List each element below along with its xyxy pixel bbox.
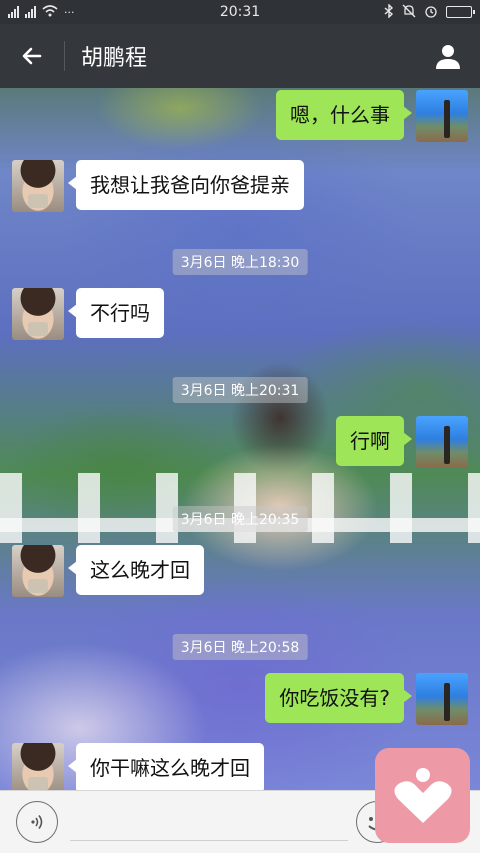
status-left: ··· [8, 4, 75, 20]
my-avatar[interactable] [416, 90, 468, 142]
heart-icon [393, 767, 452, 823]
message-bubble-incoming[interactable]: 你干嘛这么晚才回 [68, 743, 264, 790]
message-row-outgoing: 你吃饭没有? [265, 673, 468, 725]
status-right [384, 2, 475, 21]
contact-avatar[interactable] [12, 160, 64, 212]
back-button[interactable] [0, 24, 64, 88]
signal-icon [25, 6, 36, 18]
message-row-outgoing: 嗯，什么事 [276, 90, 468, 142]
more-dots-icon: ··· [64, 5, 75, 19]
chat-header: 胡鹏程 [0, 24, 480, 88]
alarm-icon [424, 4, 438, 21]
message-row-incoming: 这么晚才回 [12, 545, 204, 597]
contact-avatar[interactable] [12, 743, 64, 790]
contact-avatar[interactable] [12, 288, 64, 340]
header-divider [64, 41, 65, 71]
message-bubble-outgoing[interactable]: 你吃饭没有? [265, 673, 412, 723]
voice-icon [31, 815, 43, 829]
message-timestamp: 3月6日 晚上20:31 [172, 377, 308, 403]
profile-icon [436, 45, 460, 69]
message-bubble-incoming[interactable]: 这么晚才回 [68, 545, 204, 595]
floating-heart-widget[interactable] [375, 748, 470, 843]
contact-profile-button[interactable] [416, 24, 480, 88]
message-bubble-outgoing[interactable]: 行啊 [336, 416, 412, 466]
message-input[interactable] [70, 801, 348, 841]
message-row-incoming: 不行吗 [12, 288, 164, 340]
back-arrow-icon [22, 47, 42, 65]
message-bubble-incoming[interactable]: 不行吗 [68, 288, 164, 338]
message-bubble-outgoing[interactable]: 嗯，什么事 [276, 90, 412, 140]
my-avatar[interactable] [416, 416, 468, 468]
notification-off-icon [402, 4, 416, 21]
my-avatar[interactable] [416, 673, 468, 725]
status-bar: ··· 20:31 [0, 0, 480, 24]
chat-title: 胡鹏程 [81, 46, 148, 71]
message-timestamp: 3月6日 晚上20:35 [172, 506, 308, 532]
chat-area[interactable]: 嗯，什么事 我想让我爸向你爸提亲 3月6日 晚上18:30 不行吗 3月6日 晚… [0, 88, 480, 790]
message-row-outgoing: 行啊 [336, 416, 468, 468]
wifi-icon [42, 4, 58, 20]
message-timestamp: 3月6日 晚上20:58 [172, 634, 308, 660]
voice-input-button[interactable] [16, 801, 58, 843]
battery-icon [446, 6, 475, 18]
contact-avatar[interactable] [12, 545, 64, 597]
message-row-incoming: 你干嘛这么晚才回 [12, 743, 264, 790]
message-bubble-incoming[interactable]: 我想让我爸向你爸提亲 [68, 160, 304, 210]
bluetooth-icon [384, 2, 394, 21]
message-timestamp: 3月6日 晚上18:30 [172, 249, 308, 275]
signal-icon [8, 6, 19, 18]
message-row-incoming: 我想让我爸向你爸提亲 [12, 160, 304, 212]
